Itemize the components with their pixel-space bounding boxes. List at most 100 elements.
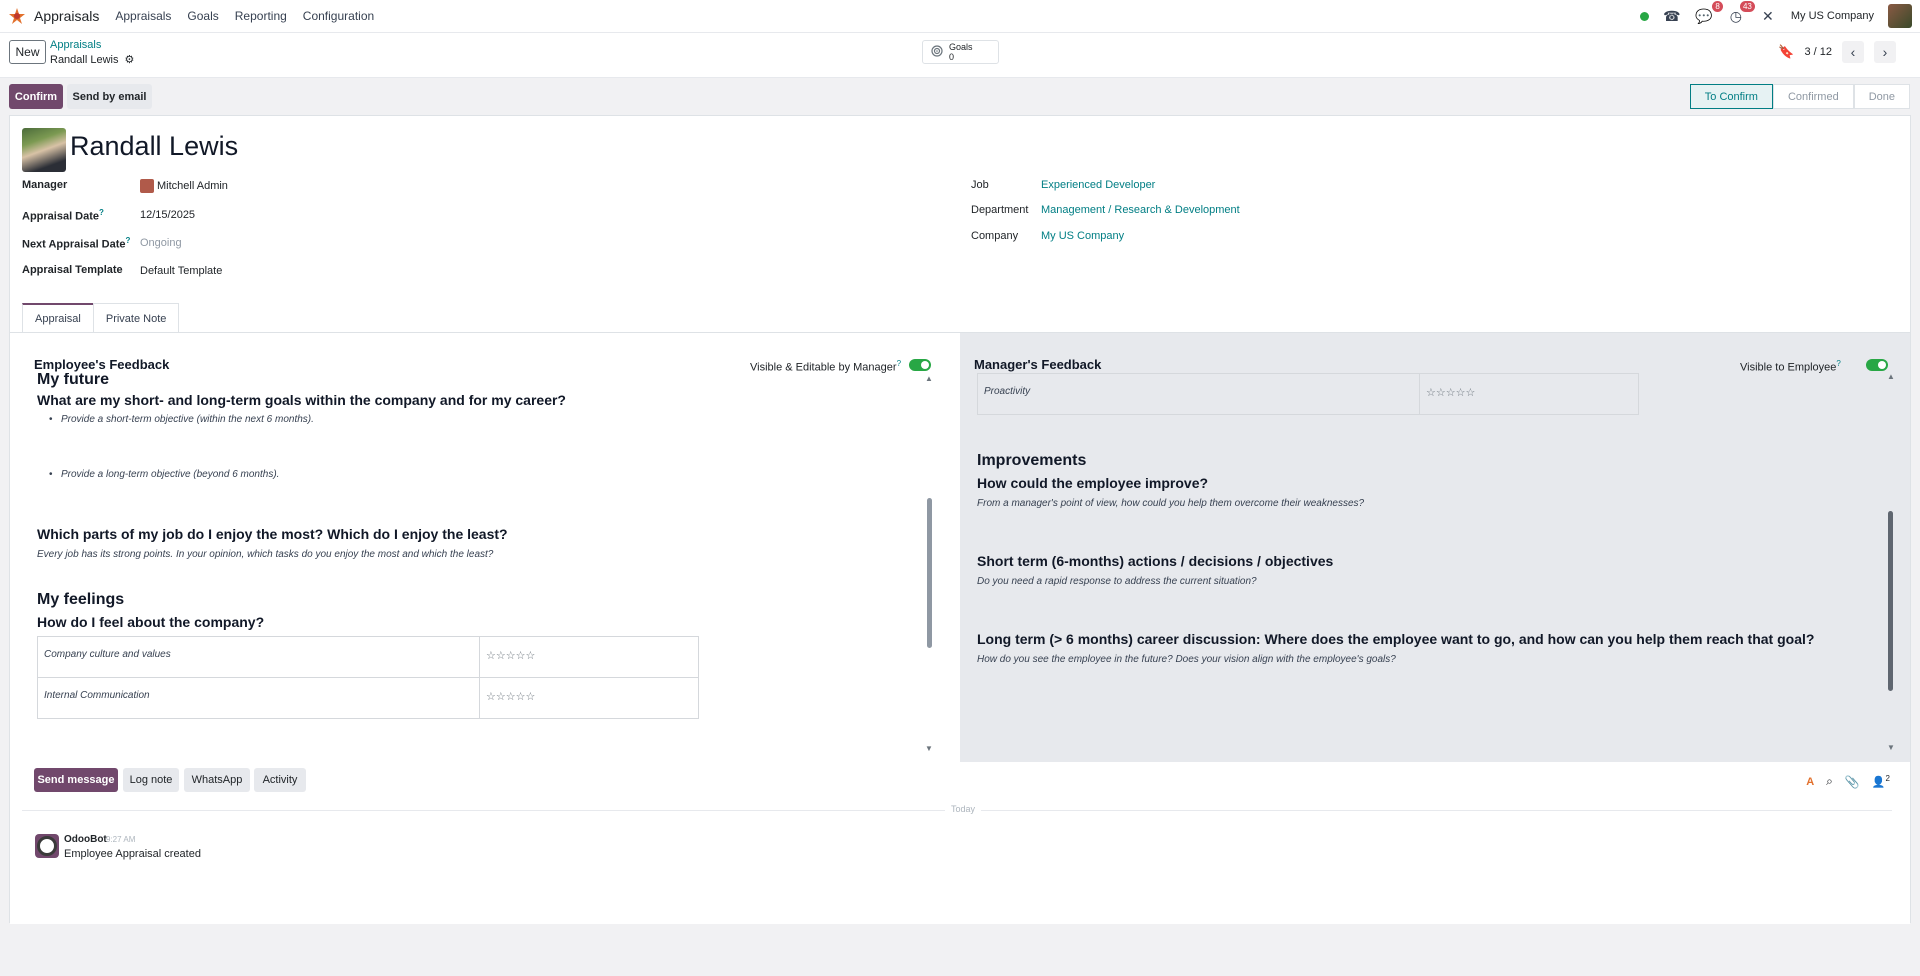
goals-smart-button[interactable]: Goals 0 [922, 40, 999, 64]
manager-feedback-editor[interactable]: Proactivity ☆☆☆☆☆ Improvements How could… [960, 373, 1885, 759]
ai-icon[interactable]: A [1806, 776, 1814, 788]
bullet-short-term: Provide a short-term objective (within t… [49, 414, 314, 425]
visible-to-employee-label-text: Visible to Employee [1740, 361, 1837, 374]
app-name[interactable]: Appraisals [34, 8, 99, 24]
pager-next-icon[interactable]: › [1874, 41, 1896, 63]
appraisal-template-label: Appraisal Template [22, 264, 123, 276]
section-my-future: My future [37, 373, 109, 388]
activity-clock-icon[interactable]: ◷ 43 [1727, 1, 1755, 25]
rating-stars[interactable]: ☆☆☆☆☆ [479, 677, 699, 719]
bookmark-icon[interactable]: 🔖 [1778, 44, 1794, 60]
help-icon[interactable]: ? [99, 208, 104, 217]
message-author[interactable]: OdooBot [64, 834, 107, 845]
send-message-button[interactable]: Send message [34, 768, 118, 792]
company-field[interactable]: My US Company [1041, 230, 1124, 242]
manager-field[interactable]: Mitchell Admin [140, 179, 228, 193]
paperclip-icon[interactable]: 📎 [1845, 775, 1860, 789]
odoobot-avatar[interactable] [35, 834, 59, 858]
chatter-topbar-icons: A ⌕ 📎 👤2 [1806, 774, 1890, 789]
help-icon[interactable]: ? [126, 236, 131, 245]
manager-feedback-scrollbar[interactable] [1888, 511, 1893, 691]
scroll-up-icon[interactable]: ▲ [1887, 372, 1895, 381]
rating-stars[interactable]: ☆☆☆☆☆ [479, 636, 699, 678]
tab-appraisal[interactable]: Appraisal [22, 303, 94, 333]
manager-feedback-title: Manager's Feedback [974, 357, 1102, 372]
visible-to-employee-toggle[interactable] [1866, 359, 1888, 371]
menu-appraisals[interactable]: Appraisals [115, 9, 171, 23]
manager-avatar [140, 179, 154, 193]
pager-previous-icon[interactable]: ‹ [1842, 41, 1864, 63]
control-panel: New Appraisals Randall Lewis ⚙ Goals 0 🔖… [0, 33, 1920, 78]
presence-status-icon [1639, 11, 1649, 21]
scroll-down-icon[interactable]: ▼ [925, 744, 933, 753]
question-long-term: Long term (> 6 months) career discussion… [977, 631, 1815, 647]
breadcrumb-parent[interactable]: Appraisals [50, 39, 101, 51]
status-bar: To Confirm Confirmed Done [1689, 84, 1910, 109]
company-switcher[interactable]: My US Company [1791, 10, 1874, 22]
department-field[interactable]: Management / Research & Development [1041, 204, 1240, 216]
visible-editable-label: Visible & Editable by Manager? [750, 359, 901, 374]
appraisal-date-field[interactable]: 12/15/2025 [140, 209, 195, 221]
section-my-feelings: My feelings [37, 591, 125, 608]
stage-done[interactable]: Done [1853, 84, 1910, 109]
question-improve: How could the employee improve? [977, 475, 1209, 491]
search-icon[interactable]: ⌕ [1826, 774, 1833, 789]
new-button[interactable]: New [9, 40, 46, 64]
star-rating-icon[interactable]: ☆☆☆☆☆ [486, 650, 535, 662]
next-appraisal-date-field[interactable]: Ongoing [140, 237, 182, 249]
question-goals: What are my short- and long-term goals w… [37, 392, 566, 408]
message-body: Employee Appraisal created [64, 848, 201, 860]
whatsapp-button[interactable]: WhatsApp [184, 768, 250, 792]
followers-icon[interactable]: 👤2 [1872, 774, 1890, 789]
goals-count: 0 [949, 52, 955, 62]
visible-editable-toggle[interactable] [909, 359, 931, 371]
question-company: How do I feel about the company? [37, 614, 265, 630]
messages-icon[interactable]: 💬 8 [1695, 1, 1723, 25]
star-rating-icon[interactable]: ☆☆☆☆☆ [486, 691, 535, 703]
followers-count: 2 [1885, 774, 1890, 784]
employee-photo[interactable] [22, 128, 66, 172]
menu-reporting[interactable]: Reporting [235, 9, 287, 23]
employee-feedback-editor[interactable]: My future What are my short- and long-te… [10, 373, 950, 759]
note-enjoy: Every job has its strong points. In your… [37, 549, 494, 560]
menu-configuration[interactable]: Configuration [303, 9, 374, 23]
star-rating-icon[interactable]: ☆☆☆☆☆ [1426, 387, 1475, 399]
tab-private-note[interactable]: Private Note [92, 303, 180, 333]
note-improve: From a manager's point of view, how coul… [977, 498, 1365, 509]
employee-name: Randall Lewis [70, 131, 239, 161]
scroll-up-icon[interactable]: ▲ [925, 374, 933, 383]
appraisals-logo-icon[interactable] [8, 7, 26, 25]
table-row: Internal Communication ☆☆☆☆☆ [37, 677, 699, 719]
appraisal-template-field[interactable]: Default Template [140, 265, 222, 277]
form-action-bar: Confirm Send by email To Confirm Confirm… [0, 78, 1920, 115]
stage-confirmed[interactable]: Confirmed [1772, 84, 1854, 109]
employee-feedback-title: Employee's Feedback [34, 357, 170, 372]
next-appraisal-label-text: Next Appraisal Date [22, 238, 126, 251]
phone-icon[interactable]: ☎ [1663, 7, 1681, 25]
job-field[interactable]: Experienced Developer [1041, 179, 1155, 191]
rating-label: Internal Communication [37, 677, 480, 719]
gear-icon[interactable]: ⚙ [124, 53, 134, 66]
log-note-button[interactable]: Log note [123, 768, 179, 792]
table-row: Proactivity ☆☆☆☆☆ [977, 373, 1639, 415]
menu-goals[interactable]: Goals [187, 9, 218, 23]
employee-feedback-scrollbar[interactable] [927, 498, 932, 648]
manager-label: Manager [22, 179, 68, 191]
stage-to-confirm[interactable]: To Confirm [1689, 84, 1773, 109]
pager-value[interactable]: 3 / 12 [1804, 46, 1832, 58]
visible-to-employee-label: Visible to Employee? [1740, 359, 1841, 374]
rating-stars[interactable]: ☆☆☆☆☆ [1419, 373, 1639, 415]
goals-label: Goals [949, 42, 973, 52]
tools-icon[interactable]: ✕ [1759, 7, 1777, 25]
notebook-tabs: Appraisal Private Note [22, 303, 180, 333]
date-separator-label: Today [945, 804, 982, 814]
user-avatar[interactable] [1888, 4, 1912, 28]
note-long-term: How do you see the employee in the futur… [977, 654, 1396, 665]
help-icon[interactable]: ? [1836, 359, 1840, 368]
next-appraisal-date-label: Next Appraisal Date? [22, 236, 130, 251]
confirm-button[interactable]: Confirm [9, 84, 63, 109]
help-icon[interactable]: ? [897, 359, 901, 368]
send-by-email-button[interactable]: Send by email [67, 84, 152, 109]
scroll-down-icon[interactable]: ▼ [1887, 743, 1895, 752]
activity-button[interactable]: Activity [254, 768, 306, 792]
